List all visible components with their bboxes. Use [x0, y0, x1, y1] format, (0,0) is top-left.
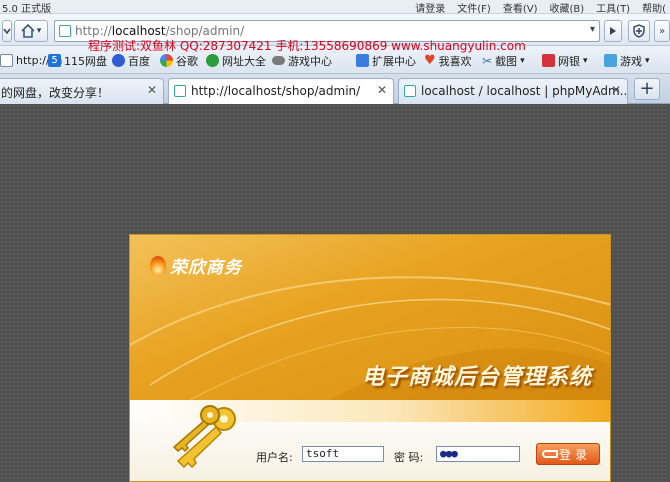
login-button-label: 登录 [558, 447, 591, 462]
favorite-label: 游戏 [620, 54, 642, 68]
tab-label: localhost / localhost | phpMyAdm... [421, 84, 628, 98]
favorite-item[interactable]: ✂ 截图 ▾ [482, 52, 525, 69]
favorite-label: 扩展中心 [372, 54, 416, 68]
favorite-label: 游戏中心 [288, 54, 332, 68]
window-title-bar: 5.0 正式版 请登录 文件(F) 查看(V) 收藏(B) 工具(T) 帮助( [0, 0, 670, 15]
username-label: 用户名: [256, 451, 293, 464]
menu-tools[interactable]: 工具(T) [596, 0, 630, 15]
favorite-item[interactable]: 5 115网盘 [48, 52, 107, 69]
login-banner: 荣欣商务 电子商城后台管理系统 [130, 235, 610, 400]
chevron-down-icon: ▾ [583, 55, 588, 66]
tab-bar: 的网盘，改变分享！ ✕ http://localhost/shop/admin/… [0, 74, 670, 105]
login-panel: 荣欣商务 电子商城后台管理系统 用户名: tsoft 密 码: ●●● 登录 [129, 234, 611, 482]
address-url: http://localhost/shop/admin/ [75, 24, 245, 38]
favorite-item[interactable]: 游戏 ▾ [604, 52, 650, 69]
favorite-item[interactable]: 游戏中心 [272, 52, 332, 69]
menu-help[interactable]: 帮助( [642, 0, 666, 15]
system-title: 电子商城后台管理系统 [362, 365, 593, 390]
bank-icon [542, 54, 555, 67]
favorite-label: 网银 [558, 54, 580, 68]
watermark-text: 程序测试:双鱼林 QQ:287307421 手机:13558690869 www… [88, 39, 526, 53]
close-icon[interactable]: ✕ [377, 83, 387, 97]
baidu-paw-icon [112, 54, 125, 67]
more-icon: » [658, 25, 666, 37]
new-tab-button[interactable]: + [634, 78, 660, 100]
page-favicon-icon [59, 25, 71, 37]
chevron-down-icon: ▾ [520, 55, 525, 66]
favorite-item[interactable]: 网址大全 [206, 52, 266, 69]
password-field[interactable]: ●●● [436, 446, 520, 462]
go-button[interactable] [604, 20, 622, 42]
heart-icon: ♥ [424, 53, 436, 68]
tab-label: http://localhost/shop/admin/ [191, 84, 361, 98]
favorite-label: 谷歌 [176, 54, 198, 68]
close-icon[interactable]: ✕ [147, 83, 157, 97]
shield-button[interactable] [628, 20, 650, 42]
chevron-down-icon: ▾ [36, 26, 42, 36]
play-arrow-icon [610, 27, 616, 35]
menu-favorites[interactable]: 收藏(B) [550, 0, 585, 15]
favorite-item[interactable]: ♥ 我喜欢 [424, 52, 472, 69]
flame-logo-icon [150, 255, 166, 276]
page-favicon-icon [174, 85, 186, 97]
game-icon [604, 54, 617, 67]
password-label: 密 码: [394, 451, 424, 464]
favorite-item[interactable]: 扩展中心 [356, 52, 416, 69]
page-favicon-icon [404, 85, 416, 97]
tab-shop-admin[interactable]: http://localhost/shop/admin/ ✕ [168, 78, 394, 105]
favorite-label: 截图 [495, 54, 518, 68]
menu-file[interactable]: 文件(F) [457, 0, 491, 15]
menu-view[interactable]: 查看(V) [503, 0, 538, 15]
chevron-down-icon: ▾ [645, 55, 650, 66]
page-icon [0, 54, 13, 67]
login-button[interactable]: 登录 [536, 443, 600, 465]
favorite-label: 百度 [128, 54, 150, 68]
favorite-label: 我喜欢 [438, 54, 472, 68]
shield-icon [633, 24, 645, 38]
key-icon [542, 450, 558, 458]
keys-icon [172, 405, 236, 469]
address-dropdown-icon[interactable]: ▾ [590, 24, 595, 35]
cloud-icon: 5 [48, 54, 61, 67]
favorite-label: 115网盘 [64, 54, 107, 68]
home-button[interactable]: ▾ [14, 20, 48, 42]
tab-label: 的网盘，改变分享！ [1, 86, 110, 100]
tab-phpmyadmin[interactable]: localhost / localhost | phpMyAdm... ✕ [398, 78, 628, 104]
favorite-item[interactable]: 网银 ▾ [542, 52, 588, 69]
gamepad-icon [272, 56, 285, 65]
close-icon[interactable]: ✕ [611, 83, 621, 97]
puzzle-icon [356, 54, 369, 67]
brand-logo: 荣欣商务 [150, 253, 242, 278]
google-icon [160, 54, 173, 67]
menu-login[interactable]: 请登录 [415, 0, 445, 15]
home-icon [21, 24, 35, 38]
chevron-down-icon[interactable] [2, 20, 12, 42]
scissors-icon: ✂ [482, 53, 493, 68]
menu-bar: 请登录 文件(F) 查看(V) 收藏(B) 工具(T) 帮助( [415, 0, 666, 15]
brand-name: 荣欣商务 [170, 258, 242, 278]
favorite-label: 网址大全 [222, 54, 266, 68]
window-title: 5.0 正式版 [2, 4, 52, 15]
favorite-item[interactable]: 谷歌 [160, 52, 198, 69]
more-button[interactable]: » [654, 20, 670, 42]
username-field[interactable]: tsoft [302, 446, 384, 462]
favorite-item[interactable]: 百度 [112, 52, 150, 69]
globe-icon [206, 54, 219, 67]
tab-netdisk[interactable]: 的网盘，改变分享！ ✕ [0, 78, 164, 104]
